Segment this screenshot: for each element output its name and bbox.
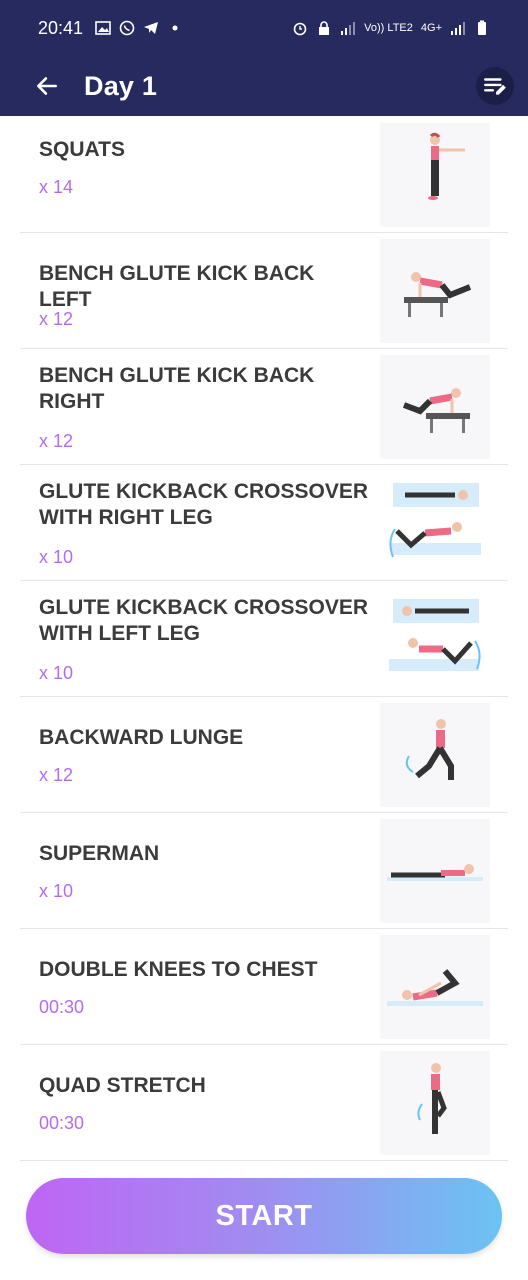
exercise-name: SUPERMAN — [39, 842, 160, 865]
whatsapp-icon — [119, 20, 135, 36]
status-system-icons: Vo)) LTE2 4G+ — [292, 20, 490, 36]
lunge-figure-icon — [405, 719, 454, 780]
exercise-row[interactable]: BENCH GLUTE KICK BACK LEFT x 12 — [20, 233, 508, 349]
crossover-kickback-figure-icon — [389, 599, 481, 671]
exercise-row[interactable]: SQUATS x 14 — [20, 117, 508, 233]
exercise-reps: x 10 — [39, 547, 74, 567]
exercise-row[interactable]: BACKWARD LUNGE x 12 — [20, 697, 508, 813]
exercise-name: BENCH GLUTE KICK BACK LEFT — [39, 262, 315, 311]
exercise-name: DOUBLE KNEES TO CHEST — [39, 958, 318, 981]
dot-icon — [172, 25, 178, 31]
status-notification-icons — [95, 20, 183, 36]
exercise-name: GLUTE KICKBACK CROSSOVER WITH RIGHT LEG — [39, 480, 369, 529]
exercise-reps: x 12 — [39, 309, 74, 329]
exercise-name: QUAD STRETCH — [39, 1074, 206, 1097]
exercise-thumbnail — [380, 703, 490, 807]
signal-2-icon — [451, 22, 465, 35]
exercise-name: BENCH GLUTE KICK BACK RIGHT — [39, 364, 315, 413]
knees-to-chest-figure-icon — [387, 969, 483, 1006]
status-time: 20:41 — [38, 17, 84, 38]
signal-icon — [341, 22, 356, 35]
exercise-row[interactable]: BENCH GLUTE KICK BACK RIGHT x 12 — [20, 349, 508, 465]
telegram-icon — [144, 22, 159, 34]
alarm-icon — [293, 22, 307, 36]
bench-kickback-figure-icon — [402, 388, 470, 433]
crossover-kickback-figure-icon — [389, 483, 481, 558]
exercise-row[interactable]: QUAD STRETCH 00:30 — [20, 1045, 508, 1161]
exercise-reps: x 12 — [39, 765, 74, 785]
exercise-reps: x 12 — [39, 431, 74, 451]
app-bar: Day 1 — [0, 56, 528, 116]
edit-list-icon — [484, 78, 506, 95]
exercise-name: SQUATS — [39, 138, 125, 161]
exercise-reps: x 10 — [39, 881, 74, 901]
gallery-icon — [95, 21, 111, 35]
page-title: Day 1 — [84, 70, 158, 101]
exercise-list: SQUATS x 14 BENCH GLUTE KICK BACK LEFT x… — [0, 117, 528, 1161]
exercise-reps: 00:30 — [39, 1113, 85, 1133]
signal-label: 4G+ — [420, 22, 442, 34]
exercise-row[interactable]: GLUTE KICKBACK CROSSOVER WITH RIGHT LEG … — [20, 465, 508, 581]
battery-icon — [478, 20, 486, 35]
exercise-thumbnail — [380, 1051, 490, 1155]
exercise-row[interactable]: SUPERMAN x 10 — [20, 813, 508, 929]
exercise-thumbnail — [380, 355, 490, 459]
exercise-thumbnail — [380, 123, 490, 227]
lock-icon — [319, 21, 330, 35]
exercise-name: BACKWARD LUNGE — [39, 726, 244, 749]
exercise-thumbnail — [380, 935, 490, 1039]
start-button[interactable]: START — [26, 1178, 502, 1254]
exercise-row[interactable]: GLUTE KICKBACK CROSSOVER WITH LEFT LEG x… — [20, 581, 508, 697]
arrow-left-icon[interactable] — [34, 73, 60, 99]
network-label: Vo)) LTE2 — [364, 22, 413, 34]
exercise-reps: 00:30 — [39, 997, 85, 1017]
exercise-thumbnail — [380, 819, 490, 923]
exercise-thumbnail — [380, 587, 490, 691]
exercise-thumbnail — [380, 239, 490, 343]
quad-stretch-figure-icon — [417, 1063, 447, 1134]
bench-kickback-figure-icon — [404, 272, 472, 317]
superman-figure-icon — [387, 864, 483, 881]
exercise-thumbnail — [380, 471, 490, 575]
exercise-name: GLUTE KICKBACK CROSSOVER WITH LEFT LEG — [39, 596, 369, 645]
squat-figure-icon — [428, 132, 465, 200]
exercise-reps: x 14 — [39, 177, 74, 197]
edit-plan-button[interactable] — [476, 67, 514, 105]
exercise-row[interactable]: DOUBLE KNEES TO CHEST 00:30 — [20, 929, 508, 1045]
status-bar: 20:41 Vo)) LTE2 4G+ — [0, 0, 528, 56]
exercise-reps: x 10 — [39, 663, 74, 683]
